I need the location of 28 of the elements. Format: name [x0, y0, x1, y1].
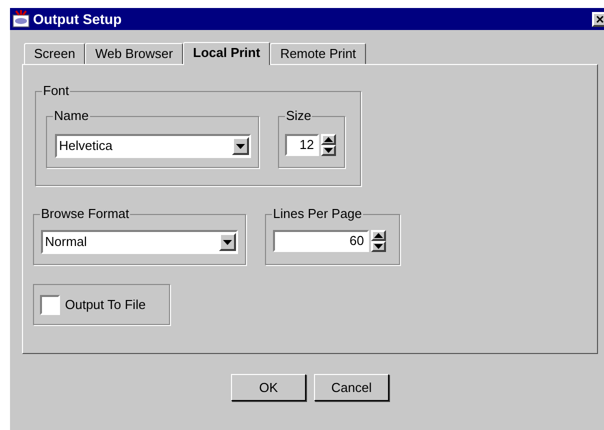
checkbox-label: Output To File: [65, 296, 146, 314]
tab[interactable]: Local Print: [183, 42, 270, 65]
caret-up-icon: [374, 233, 383, 238]
tab[interactable]: Web Browser: [85, 43, 183, 64]
group-title: Lines Per Page: [272, 206, 363, 222]
caret-up-icon: [324, 137, 333, 142]
dialog-button[interactable]: Cancel: [314, 374, 389, 401]
tab[interactable]: Screen: [24, 43, 86, 64]
spinner-field[interactable]: 12: [285, 134, 319, 156]
caret-down-icon: [374, 244, 383, 249]
spin-down-button[interactable]: [371, 241, 386, 252]
caret-down-icon: [236, 144, 245, 148]
spin-down-button[interactable]: [321, 145, 336, 156]
dialog-button[interactable]: OK: [231, 374, 306, 401]
dropdown-button[interactable]: [219, 233, 236, 251]
caret-down-icon: [324, 148, 333, 153]
caret-down-icon: [223, 240, 232, 244]
close-button[interactable]: ×: [592, 12, 604, 26]
spin-up-button[interactable]: [371, 230, 386, 241]
window-title: Output Setup: [33, 10, 123, 29]
spinner-field[interactable]: 60: [273, 230, 369, 252]
font-dropdown[interactable]: Helvetica: [55, 134, 251, 158]
checkbox[interactable]: [40, 294, 60, 314]
spin-up-button[interactable]: [321, 134, 336, 145]
font-dropdown[interactable]: Normal: [41, 230, 238, 254]
app-icon: [12, 10, 30, 28]
tab[interactable]: Remote Print: [270, 43, 366, 64]
dropdown-button[interactable]: [232, 137, 249, 155]
